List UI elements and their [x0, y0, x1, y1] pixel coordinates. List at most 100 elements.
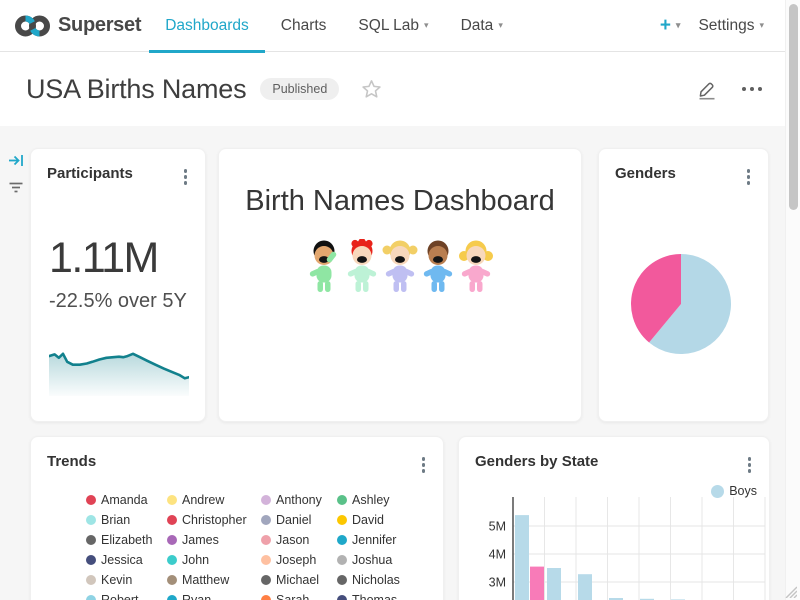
legend-item[interactable]: Anthony — [261, 490, 337, 510]
page-scrollbar — [785, 0, 800, 600]
legend-label: Elizabeth — [101, 533, 152, 547]
edit-dashboard-icon[interactable] — [696, 78, 718, 100]
chart-options-kebab-icon[interactable] — [742, 453, 758, 477]
favorite-star-icon[interactable] — [361, 79, 382, 100]
legend-item[interactable]: Thomas — [337, 590, 435, 600]
legend-dot — [337, 555, 347, 565]
legend-dot — [86, 595, 96, 600]
legend-dot — [167, 535, 177, 545]
settings-menu[interactable]: Settings ▾ — [698, 17, 764, 35]
legend-item[interactable]: Joseph — [261, 550, 337, 570]
legend-item[interactable]: Brian — [86, 510, 167, 530]
legend-item[interactable]: Andrew — [167, 490, 261, 510]
legend-dot — [86, 555, 96, 565]
legend-item[interactable]: Jennifer — [337, 530, 435, 550]
bar[interactable] — [530, 567, 544, 600]
legend-label: John — [182, 553, 209, 567]
child-figure — [342, 239, 382, 294]
genders-card: Genders — [598, 148, 769, 422]
caret-down-icon: ▾ — [676, 21, 681, 30]
legend-label: Andrew — [182, 493, 224, 507]
legend-dot — [86, 535, 96, 545]
legend-item[interactable]: Joshua — [337, 550, 435, 570]
legend-item[interactable]: David — [337, 510, 435, 530]
new-item-button[interactable]: + ▾ — [660, 15, 681, 37]
legend-label: James — [182, 533, 219, 547]
nav-item-label: Data — [461, 17, 494, 35]
nav-item-data[interactable]: Data ▾ — [445, 0, 519, 52]
legend-item[interactable]: Kevin — [86, 570, 167, 590]
caret-down-icon: ▾ — [759, 21, 764, 30]
legend-dot — [261, 555, 271, 565]
legend-label: Ryan — [182, 593, 211, 600]
nav-menu: Dashboards Charts SQL Lab ▾ Data ▾ — [149, 0, 519, 52]
legend-item[interactable]: Jason — [261, 530, 337, 550]
caret-down-icon: ▾ — [424, 21, 429, 30]
card-title: Participants — [47, 165, 133, 182]
dashboard-banner-title: Birth Names Dashboard — [219, 185, 581, 218]
legend-label: Ashley — [352, 493, 390, 507]
filter-icon[interactable] — [8, 180, 24, 196]
superset-dashboard-page: { "icons": { "caret_down": "▾" }, "navba… — [0, 0, 800, 600]
resize-handle-icon[interactable] — [783, 584, 797, 598]
legend-item[interactable]: Robert — [86, 590, 167, 600]
expand-filter-bar-icon[interactable] — [8, 152, 25, 169]
nav-item-dashboards[interactable]: Dashboards — [149, 0, 265, 52]
nav-item-charts[interactable]: Charts — [265, 0, 343, 52]
genders-pie-chart — [599, 183, 768, 413]
legend-item[interactable]: Ryan — [167, 590, 261, 600]
legend-dot — [337, 575, 347, 585]
trends-legend: Amanda Andrew Anthony Ashley BrianChristophe… — [86, 490, 435, 600]
legend-dot — [261, 535, 271, 545]
scrollbar-thumb[interactable] — [789, 4, 798, 210]
legend-item[interactable]: Jessica — [86, 550, 167, 570]
legend-item[interactable]: Daniel — [261, 510, 337, 530]
superset-logo-icon — [14, 12, 51, 40]
chart-options-kebab-icon[interactable] — [178, 165, 194, 189]
legend-item[interactable]: Ashley — [337, 490, 435, 510]
legend-dot — [167, 495, 177, 505]
bar[interactable] — [578, 574, 592, 600]
y-axis-tick: 5M — [489, 520, 506, 534]
legend-item[interactable]: Elizabeth — [86, 530, 167, 550]
legend-label: Joseph — [276, 553, 316, 567]
bar[interactable] — [515, 515, 529, 600]
superset-brand[interactable]: Superset — [14, 12, 141, 40]
legend-item[interactable]: John — [167, 550, 261, 570]
participants-card: Participants 1.11M -22.5% over 5Y — [30, 148, 206, 422]
nav-item-sql-lab[interactable]: SQL Lab ▾ — [342, 0, 444, 52]
genders-by-state-plot: 5M4M3M — [459, 495, 771, 600]
legend-item[interactable]: Amanda — [86, 490, 167, 510]
legend-dot — [86, 515, 96, 525]
legend-item[interactable]: Sarah — [261, 590, 337, 600]
legend-label: Sarah — [276, 593, 309, 600]
legend-item[interactable]: James — [167, 530, 261, 550]
nav-item-label: Dashboards — [165, 17, 249, 35]
genders-by-state-card: Genders by State Boys 5M4M3M — [458, 436, 770, 600]
legend-label: Matthew — [182, 573, 229, 587]
legend-dot — [337, 595, 347, 600]
chart-options-kebab-icon[interactable] — [416, 453, 432, 477]
legend-item[interactable]: Christopher — [167, 510, 261, 530]
legend-dot — [261, 595, 271, 600]
big-number-subheader: -22.5% over 5Y — [31, 291, 205, 311]
legend-dot — [167, 555, 177, 565]
y-axis-tick: 4M — [489, 548, 506, 562]
legend-item[interactable]: Matthew — [167, 570, 261, 590]
legend-dot — [261, 495, 271, 505]
legend-item[interactable]: Michael — [261, 570, 337, 590]
header-card: Birth Names Dashboard — [218, 148, 582, 422]
legend-item[interactable]: Nicholas — [337, 570, 435, 590]
plus-icon: + — [660, 15, 671, 37]
legend-label: Joshua — [352, 553, 392, 567]
more-actions-icon[interactable] — [738, 83, 766, 95]
brand-name: Superset — [58, 14, 141, 37]
big-number-value: 1.11M — [31, 237, 205, 280]
published-badge[interactable]: Published — [260, 78, 339, 100]
legend-dot — [337, 515, 347, 525]
legend-label: Daniel — [276, 513, 311, 527]
legend-label: Amanda — [101, 493, 148, 507]
legend-label: Jessica — [101, 553, 143, 567]
bar[interactable] — [547, 568, 561, 600]
legend-dot — [167, 515, 177, 525]
